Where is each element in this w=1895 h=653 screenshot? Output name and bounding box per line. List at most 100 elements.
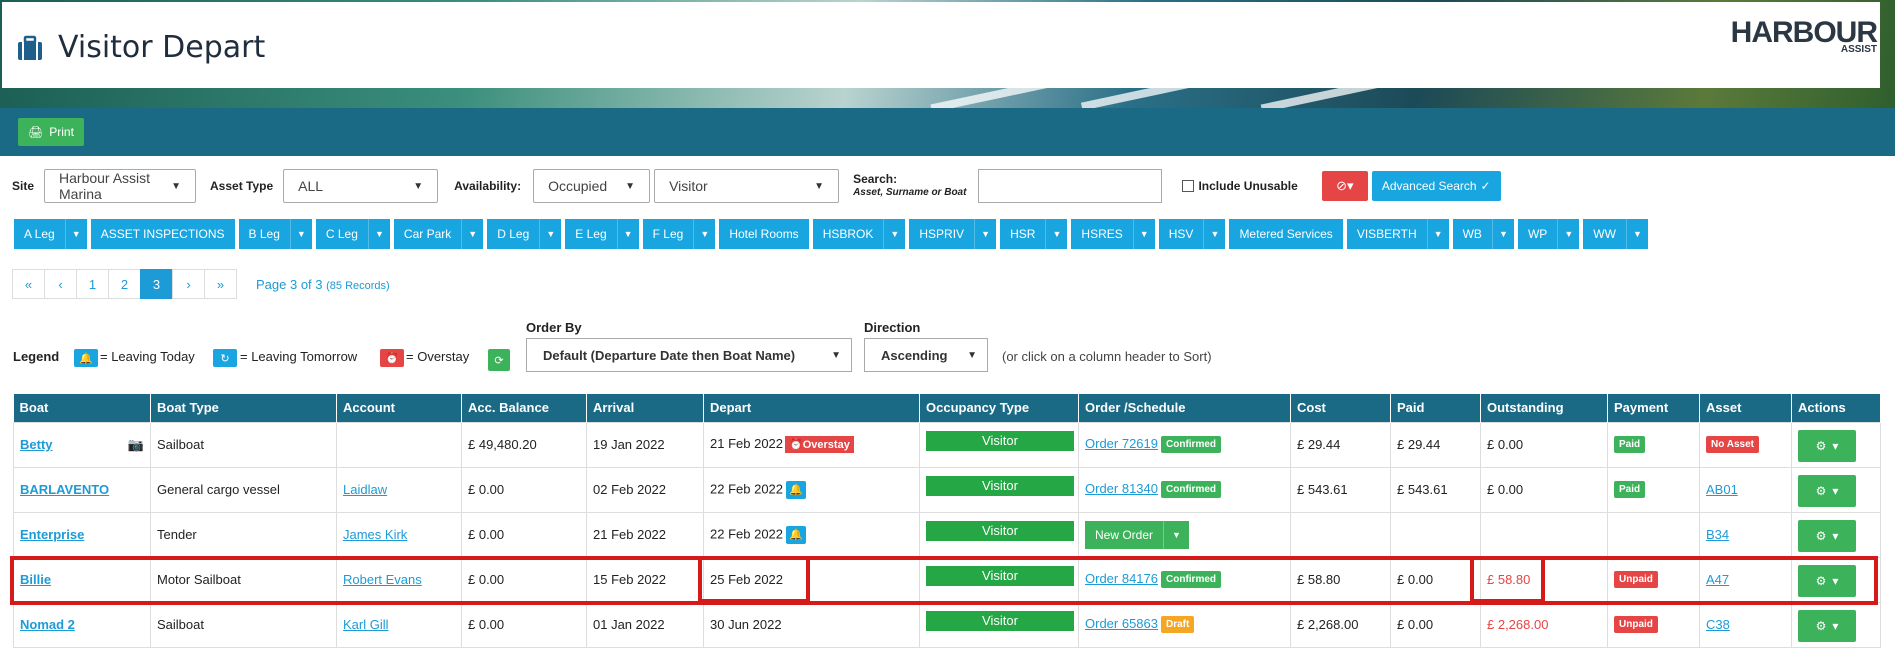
column-header[interactable]: Outstanding xyxy=(1480,394,1608,422)
column-header[interactable]: Boat Type xyxy=(150,394,337,422)
column-header[interactable]: Arrival xyxy=(586,394,704,422)
order-link[interactable]: Order 81340 xyxy=(1085,481,1158,496)
bell-icon: 🔔 xyxy=(786,480,807,499)
paid-cell: £ 543.61 xyxy=(1390,466,1481,513)
asset-link[interactable]: C38 xyxy=(1706,617,1730,632)
account-link[interactable]: Laidlaw xyxy=(343,482,387,497)
order-by-select[interactable]: Default (Departure Date then Boat Name) ▼ xyxy=(526,338,852,372)
new-order-button[interactable]: New Order ▼ xyxy=(1085,520,1189,549)
visitor-type-select[interactable]: Visitor ▼ xyxy=(654,169,840,203)
column-header[interactable]: Cost xyxy=(1290,394,1391,422)
search-label: Search: Asset, Surname or Boat xyxy=(853,172,967,198)
column-header[interactable]: Account xyxy=(336,394,462,422)
caret-down-icon[interactable]: ▼ xyxy=(1045,219,1067,249)
leg-button[interactable]: E Leg ▼ xyxy=(565,219,639,249)
boat-link[interactable]: BARLAVENTO xyxy=(20,482,109,497)
order-cell: Order 65863 Draft xyxy=(1078,601,1291,648)
asset-type-select[interactable]: ALL ▼ xyxy=(283,169,439,203)
leg-button[interactable]: A Leg ▼ xyxy=(14,219,87,249)
clear-filter-button[interactable]: ⊘▾ xyxy=(1321,171,1368,201)
boat-link[interactable]: Nomad 2 xyxy=(20,617,75,632)
leg-button[interactable]: C Leg ▼ xyxy=(315,219,390,249)
actions-button[interactable]: ⚙ ▾ xyxy=(1798,519,1856,552)
caret-down-icon[interactable]: ▼ xyxy=(289,219,312,249)
asset-link[interactable]: AB01 xyxy=(1706,482,1738,497)
caret-down-icon[interactable]: ▼ xyxy=(1132,219,1155,249)
advanced-search-button[interactable]: Advanced Search ✓ xyxy=(1371,171,1501,201)
order-link[interactable]: Order 72619 xyxy=(1085,436,1158,451)
column-header[interactable]: Paid xyxy=(1390,394,1481,422)
caret-down-icon[interactable]: ▼ xyxy=(461,219,483,249)
column-header[interactable]: Boat xyxy=(13,394,151,422)
balance-cell: £ 49,480.20 xyxy=(461,421,587,468)
page-button[interactable]: 3 xyxy=(140,269,173,299)
column-header[interactable]: Acc. Balance xyxy=(461,394,587,422)
account-link[interactable]: James Kirk xyxy=(343,527,407,542)
leg-button[interactable]: HSV ▼ xyxy=(1158,219,1226,249)
order-link[interactable]: Order 65863 xyxy=(1085,616,1158,631)
page-button[interactable]: 2 xyxy=(108,269,141,299)
leg-button[interactable]: Metered Services xyxy=(1229,219,1343,249)
print-button[interactable]: 🖨 Print xyxy=(18,118,84,146)
leg-button[interactable]: VISBERTH ▼ xyxy=(1346,219,1449,249)
actions-button[interactable]: ⚙ ▾ xyxy=(1798,609,1856,642)
alarm-icon: ⏰ xyxy=(380,349,404,367)
boat-link[interactable]: Enterprise xyxy=(20,527,84,542)
leg-button[interactable]: Car Park ▼ xyxy=(393,219,484,249)
leg-button[interactable]: WB ▼ xyxy=(1452,219,1514,249)
caret-down-icon[interactable]: ▼ xyxy=(539,219,561,249)
highlight-row xyxy=(10,556,1878,605)
leg-button[interactable]: HSPRIV ▼ xyxy=(909,219,997,249)
leg-button[interactable]: F Leg ▼ xyxy=(642,219,716,249)
leg-button[interactable]: D Leg ▼ xyxy=(487,219,562,249)
caret-down-icon[interactable]: ▼ xyxy=(616,219,639,249)
caret-down-icon[interactable]: ▼ xyxy=(1203,219,1225,249)
boat-link[interactable]: Betty xyxy=(20,437,53,452)
legend-leaving-tomorrow: = Leaving Tomorrow xyxy=(240,349,358,364)
column-header[interactable]: Depart xyxy=(703,394,920,422)
asset-link[interactable]: B34 xyxy=(1706,527,1729,542)
paid-cell xyxy=(1390,511,1481,558)
site-select[interactable]: Harbour Assist Marina ▼ xyxy=(44,169,197,203)
search-input[interactable] xyxy=(978,169,1163,203)
refresh-icon[interactable]: ⟳ xyxy=(488,349,510,371)
caret-down-icon[interactable]: ▼ xyxy=(1426,219,1449,249)
account-link[interactable]: Karl Gill xyxy=(343,617,389,632)
column-header[interactable]: Occupancy Type xyxy=(919,394,1079,422)
leg-button[interactable]: WW ▼ xyxy=(1583,219,1648,249)
page-button[interactable]: » xyxy=(204,269,237,299)
direction-select[interactable]: Ascending ▼ xyxy=(864,338,988,372)
caret-down-icon[interactable]: ▼ xyxy=(1163,520,1189,549)
actions-button[interactable]: ⚙ ▾ xyxy=(1798,474,1856,507)
column-header[interactable]: Asset xyxy=(1699,394,1792,422)
caret-down-icon[interactable]: ▼ xyxy=(1625,219,1648,249)
page-button[interactable]: 1 xyxy=(76,269,109,299)
caret-down-icon[interactable]: ▼ xyxy=(1557,219,1579,249)
caret-down-icon[interactable]: ▼ xyxy=(974,219,996,249)
page-button[interactable]: ‹ xyxy=(44,269,77,299)
leg-button[interactable]: HSRES ▼ xyxy=(1071,219,1155,249)
camera-icon[interactable]: 📷 xyxy=(128,437,144,453)
legend-bar: Legend 🔔 = Leaving Today ↻ = Leaving Tom… xyxy=(13,317,1893,377)
leg-button[interactable]: B Leg ▼ xyxy=(238,219,312,249)
leg-button[interactable]: WP ▼ xyxy=(1517,219,1580,249)
page-button[interactable]: › xyxy=(172,269,205,299)
actions-button[interactable]: ⚙ ▾ xyxy=(1798,429,1856,462)
leg-button[interactable]: HSR ▼ xyxy=(1000,219,1068,249)
include-unusable-checkbox[interactable] xyxy=(1182,180,1195,192)
leg-button[interactable]: Hotel Rooms xyxy=(719,219,809,249)
depart-cell: 22 Feb 2022 🔔 xyxy=(703,511,920,558)
leg-button[interactable]: ASSET INSPECTIONS xyxy=(90,219,235,249)
caret-down-icon[interactable]: ▼ xyxy=(693,219,715,249)
page-button[interactable]: « xyxy=(12,269,45,299)
column-header[interactable]: Payment xyxy=(1607,394,1700,422)
balance-cell: £ 0.00 xyxy=(461,511,587,558)
column-header[interactable]: Actions xyxy=(1791,394,1881,422)
caret-down-icon[interactable]: ▼ xyxy=(64,219,87,249)
column-header[interactable]: Order /Schedule xyxy=(1078,394,1291,422)
availability-select[interactable]: Occupied ▼ xyxy=(533,169,651,203)
caret-down-icon[interactable]: ▼ xyxy=(367,219,390,249)
caret-down-icon[interactable]: ▼ xyxy=(1491,219,1514,249)
caret-down-icon[interactable]: ▼ xyxy=(883,219,905,249)
leg-button[interactable]: HSBROK ▼ xyxy=(812,219,906,249)
